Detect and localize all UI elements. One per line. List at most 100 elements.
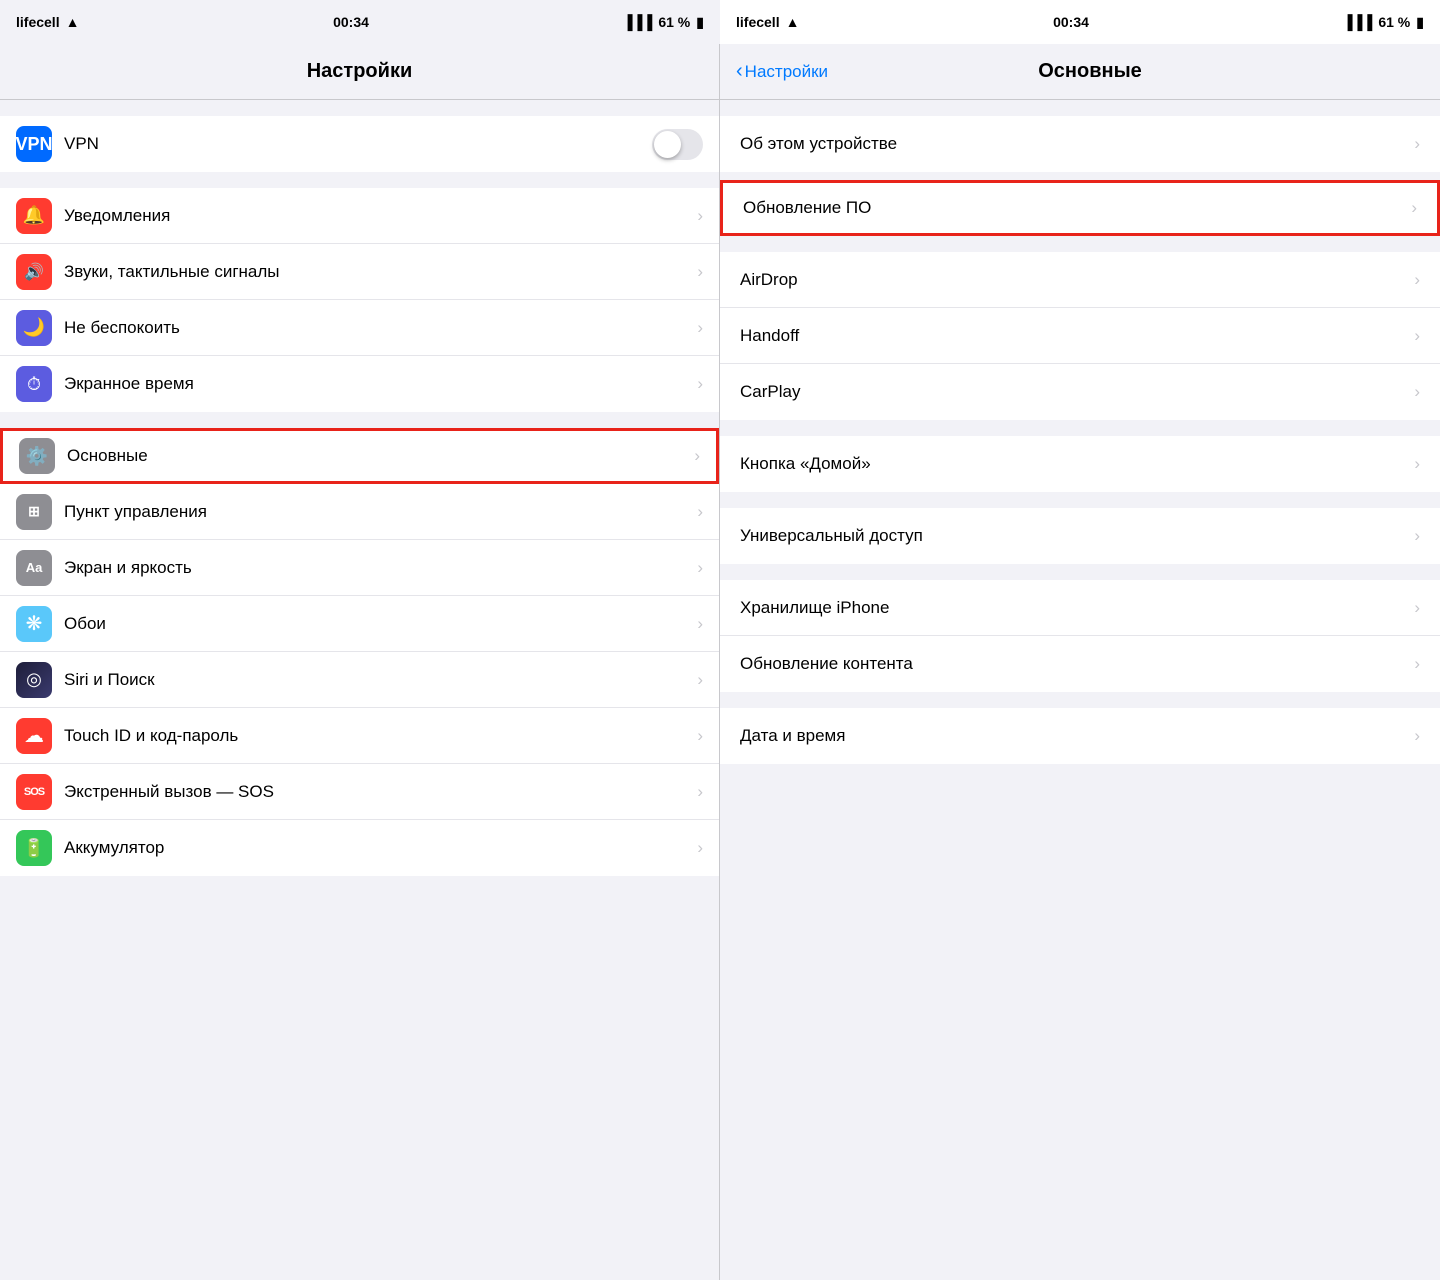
vpn-section: VPN VPN <box>0 116 719 172</box>
right-group-update: Обновление ПО › <box>720 180 1440 236</box>
sounds-label: Звуки, тактильные сигналы <box>64 262 697 282</box>
battery-icon: 🔋 <box>16 830 52 866</box>
iphone-storage-label: Хранилище iPhone <box>740 598 1414 618</box>
left-group-1: 🔔 Уведомления › 🔊 Звуки, тактильные сигн… <box>0 188 719 412</box>
right-status-right: ▐▐▐ 61 % ▮ <box>1343 14 1424 31</box>
vpn-icon: VPN <box>16 126 52 162</box>
right-top-gap <box>720 108 1440 116</box>
control-center-icon: ⊞ <box>16 494 52 530</box>
general-icon: ⚙️ <box>19 438 55 474</box>
right-battery-icon: ▮ <box>1416 14 1424 31</box>
control-center-row[interactable]: ⊞ Пункт управления › <box>0 484 719 540</box>
software-update-label: Обновление ПО <box>743 198 1411 218</box>
back-button[interactable]: ‹ Настройки <box>736 60 828 83</box>
iphone-storage-chevron: › <box>1414 598 1420 618</box>
datetime-label: Дата и время <box>740 726 1414 746</box>
carplay-row[interactable]: CarPlay › <box>720 364 1440 420</box>
left-battery-text: 61 % <box>658 14 690 30</box>
left-settings-scroll[interactable]: VPN VPN 🔔 Уведомления › 🔊 Звуки, тактиль… <box>0 100 719 1280</box>
sos-chevron: › <box>697 782 703 802</box>
notifications-row[interactable]: 🔔 Уведомления › <box>0 188 719 244</box>
touchid-label: Touch ID и код-пароль <box>64 726 697 746</box>
right-sep-4 <box>720 572 1440 580</box>
software-update-row[interactable]: Обновление ПО › <box>720 180 1440 236</box>
battery-row[interactable]: 🔋 Аккумулятор › <box>0 820 719 876</box>
notifications-chevron: › <box>697 206 703 226</box>
right-group-accessibility: Универсальный доступ › <box>720 508 1440 564</box>
control-center-label: Пункт управления <box>64 502 697 522</box>
airdrop-chevron: › <box>1414 270 1420 290</box>
iphone-storage-row[interactable]: Хранилище iPhone › <box>720 580 1440 636</box>
control-center-chevron: › <box>697 502 703 522</box>
airdrop-label: AirDrop <box>740 270 1414 290</box>
top-gap <box>0 108 719 116</box>
siri-chevron: › <box>697 670 703 690</box>
carplay-label: CarPlay <box>740 382 1414 402</box>
left-panel-title: Настройки <box>307 60 413 83</box>
dnd-row[interactable]: 🌙 Не беспокоить › <box>0 300 719 356</box>
about-label: Об этом устройстве <box>740 134 1414 154</box>
right-battery-text: 61 % <box>1378 14 1410 30</box>
touchid-chevron: › <box>697 726 703 746</box>
right-panel: ‹ Настройки Основные Об этом устройстве … <box>720 44 1440 1280</box>
software-update-chevron: › <box>1411 198 1417 218</box>
handoff-row[interactable]: Handoff › <box>720 308 1440 364</box>
right-signal-icon: ▐▐▐ <box>1343 14 1373 30</box>
battery-label: Аккумулятор <box>64 838 697 858</box>
back-chevron-icon: ‹ <box>736 60 743 83</box>
sos-icon: SOS <box>16 774 52 810</box>
bg-refresh-row[interactable]: Обновление контента › <box>720 636 1440 692</box>
screentime-label: Экранное время <box>64 374 697 394</box>
sounds-row[interactable]: 🔊 Звуки, тактильные сигналы › <box>0 244 719 300</box>
datetime-row[interactable]: Дата и время › <box>720 708 1440 764</box>
left-battery-icon: ▮ <box>696 14 704 31</box>
display-icon: Aa <box>16 550 52 586</box>
display-row[interactable]: Aa Экран и яркость › <box>0 540 719 596</box>
left-status-right: ▐▐▐ 61 % ▮ <box>623 14 704 31</box>
left-group-2: ⚙️ Основные › ⊞ Пункт управления › Aa Эк… <box>0 428 719 876</box>
vpn-label: VPN <box>64 134 652 154</box>
right-group-connectivity: AirDrop › Handoff › CarPlay › <box>720 252 1440 420</box>
accessibility-chevron: › <box>1414 526 1420 546</box>
touchid-row[interactable]: ☁ Touch ID и код-пароль › <box>0 708 719 764</box>
dnd-chevron: › <box>697 318 703 338</box>
right-settings-scroll[interactable]: Об этом устройстве › Обновление ПО › Air… <box>720 100 1440 1280</box>
airdrop-row[interactable]: AirDrop › <box>720 252 1440 308</box>
dnd-label: Не беспокоить <box>64 318 697 338</box>
screentime-row[interactable]: ⏱ Экранное время › <box>0 356 719 412</box>
carplay-chevron: › <box>1414 382 1420 402</box>
right-panel-title: Основные <box>1038 60 1142 83</box>
section-sep-1 <box>0 180 719 188</box>
wallpaper-icon: ❋ <box>16 606 52 642</box>
notifications-label: Уведомления <box>64 206 697 226</box>
vpn-icon-text: VPN <box>16 134 53 155</box>
home-button-chevron: › <box>1414 454 1420 474</box>
about-chevron: › <box>1414 134 1420 154</box>
right-sep-2 <box>720 428 1440 436</box>
siri-row[interactable]: ◎ Siri и Поиск › <box>0 652 719 708</box>
about-row[interactable]: Об этом устройстве › <box>720 116 1440 172</box>
wallpaper-chevron: › <box>697 614 703 634</box>
wallpaper-row[interactable]: ❋ Обои › <box>0 596 719 652</box>
vpn-row[interactable]: VPN VPN <box>0 116 719 172</box>
screentime-icon: ⏱ <box>16 366 52 402</box>
right-group-datetime: Дата и время › <box>720 708 1440 764</box>
accessibility-row[interactable]: Универсальный доступ › <box>720 508 1440 564</box>
home-button-row[interactable]: Кнопка «Домой» › <box>720 436 1440 492</box>
wallpaper-label: Обои <box>64 614 697 634</box>
bg-refresh-chevron: › <box>1414 654 1420 674</box>
general-row[interactable]: ⚙️ Основные › <box>0 428 719 484</box>
vpn-toggle[interactable] <box>652 129 703 160</box>
accessibility-label: Универсальный доступ <box>740 526 1414 546</box>
right-sep-5 <box>720 700 1440 708</box>
right-status-bar: lifecell ▲ 00:34 ▐▐▐ 61 % ▮ <box>720 0 1440 44</box>
sos-row[interactable]: SOS Экстренный вызов — SOS › <box>0 764 719 820</box>
left-panel-header: Настройки <box>0 44 719 100</box>
screentime-chevron: › <box>697 374 703 394</box>
right-sep-1 <box>720 244 1440 252</box>
siri-icon: ◎ <box>16 662 52 698</box>
left-carrier: lifecell <box>16 14 60 30</box>
handoff-chevron: › <box>1414 326 1420 346</box>
general-label: Основные <box>67 446 694 466</box>
split-container: Настройки VPN VPN 🔔 Уведомления <box>0 44 1440 1280</box>
